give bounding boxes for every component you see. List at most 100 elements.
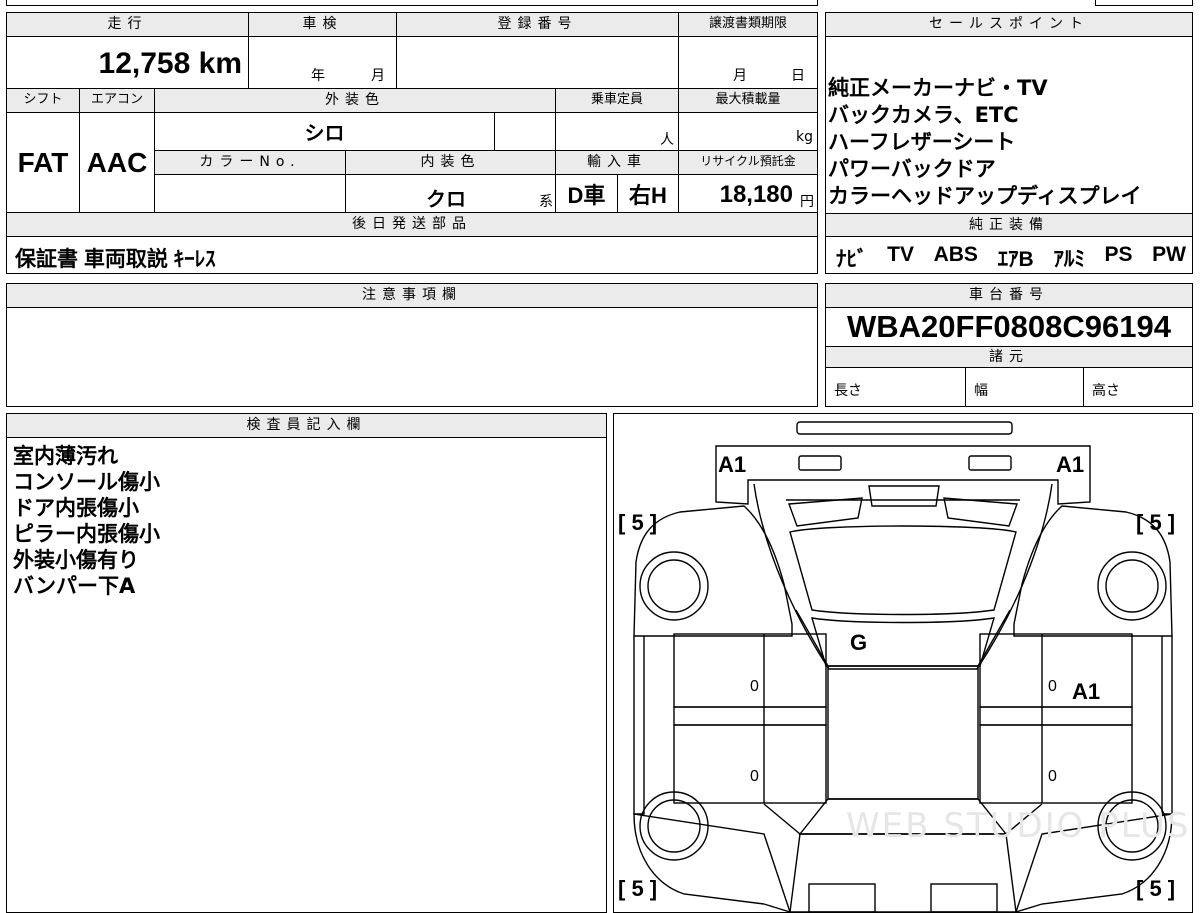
exterior-color-sub-cell bbox=[495, 113, 556, 151]
sales-point-list: 純正メーカーナビ・TV バックカメラ、ETC ハーフレザーシート パワーバックド… bbox=[828, 75, 1142, 210]
header-sales-point: セールスポイント bbox=[826, 13, 1192, 37]
car-diagram-box: A1 A1 G A1 [ 5 ] [ 5 ] [ 5 ] [ 5 ] 0 0 0… bbox=[613, 413, 1193, 913]
import-type-value: D車 bbox=[567, 182, 606, 208]
sales-point-box: セールスポイント 純正メーカーナビ・TV バックカメラ、ETC ハーフレザーシー… bbox=[825, 12, 1193, 274]
exterior-color-cell: シロ bbox=[155, 113, 495, 151]
inspector-box: 検査員記入欄 室内薄汚れ コンソール傷小 ドア内張傷小 ピラー内張傷小 外装小傷… bbox=[6, 413, 607, 913]
door-right-rear-value: 0 bbox=[1048, 768, 1057, 785]
handle-value: 右H bbox=[629, 182, 667, 208]
sales-point-item: 純正メーカーナビ・TV bbox=[828, 76, 1048, 100]
inspector-note: ドア内張傷小 bbox=[13, 496, 139, 520]
deadline-day: 日 bbox=[791, 68, 805, 84]
interior-color-value: クロ bbox=[426, 189, 466, 211]
header-chassis-no: 車台番号 bbox=[826, 284, 1192, 308]
registration-cell bbox=[397, 37, 679, 89]
sales-point-item: パワーバックドア bbox=[828, 157, 996, 181]
aircon-cell: AAC bbox=[80, 113, 155, 213]
shift-value: FAT bbox=[17, 146, 69, 178]
door-left-rear-value: 0 bbox=[750, 768, 759, 785]
inspector-note: バンパー下A bbox=[13, 574, 136, 598]
sales-point-item: ハーフレザーシート bbox=[828, 130, 1016, 154]
inspector-note: 室内薄汚れ bbox=[13, 444, 118, 468]
recycle-cell: 18,180 円 bbox=[679, 175, 817, 213]
exterior-color-value: シロ bbox=[304, 123, 345, 145]
header-max-load: 最大積載量 bbox=[679, 89, 817, 113]
tire-rear-left: [ 5 ] bbox=[618, 876, 658, 901]
load-unit: kg bbox=[796, 129, 813, 145]
inspector-note: ピラー内張傷小 bbox=[13, 522, 160, 546]
header-exterior-color: 外装色 bbox=[155, 89, 556, 113]
damage-right-front-door: A1 bbox=[1072, 679, 1101, 704]
header-inspector: 検査員記入欄 bbox=[7, 414, 606, 438]
header-recycle: リサイクル預託金 bbox=[679, 151, 817, 175]
spec-width-cell: 幅 bbox=[966, 368, 1084, 406]
interior-color-cell: クロ 系 bbox=[346, 175, 556, 213]
tire-rear-right: [ 5 ] bbox=[1136, 876, 1176, 901]
header-interior-color: 内装色 bbox=[346, 151, 556, 175]
deadline-cell: 月 日 bbox=[679, 37, 817, 89]
mileage-cell: 12,758 km bbox=[7, 37, 249, 89]
notes-box: 注意事項欄 bbox=[6, 283, 818, 407]
handle-cell: 右H bbox=[618, 175, 679, 213]
spec-width-label: 幅 bbox=[974, 383, 988, 399]
inspector-notes-list: 室内薄汚れ コンソール傷小 ドア内張傷小 ピラー内張傷小 外装小傷有り バンパー… bbox=[13, 443, 160, 599]
inspection-month: 月 bbox=[371, 68, 385, 84]
header-genuine-equipment: 純正装備 bbox=[826, 213, 1192, 237]
chassis-box: 車台番号 WBA20FF0808C96194 諸元 長さ 幅 高さ bbox=[825, 283, 1193, 407]
damage-front-right: A1 bbox=[1056, 452, 1085, 477]
damage-front-left: A1 bbox=[718, 452, 747, 477]
tire-front-right: [ 5 ] bbox=[1136, 510, 1176, 535]
aircon-value: AAC bbox=[86, 146, 148, 178]
top-clipped-row bbox=[6, 0, 818, 6]
capacity-unit: 人 bbox=[660, 132, 674, 148]
tire-front-left: [ 5 ] bbox=[618, 510, 658, 535]
spec-length-cell: 長さ bbox=[826, 368, 966, 406]
header-later-parts: 後日発送部品 bbox=[7, 213, 817, 237]
spec-length-label: 長さ bbox=[834, 383, 862, 399]
damage-hood: G bbox=[850, 630, 868, 655]
import-type-cell: D車 bbox=[556, 175, 618, 213]
color-no-cell bbox=[155, 175, 346, 213]
header-shift: シフト bbox=[7, 89, 80, 113]
inspection-year: 年 bbox=[311, 68, 325, 84]
sales-point-item: カラーヘッドアップディスプレイ bbox=[828, 184, 1142, 208]
recycle-amount: 18,180 bbox=[719, 181, 793, 208]
inspection-cell: 年 月 bbox=[249, 37, 397, 89]
later-parts-value: 保証書 車両取説 ｷｰﾚｽ bbox=[15, 248, 216, 271]
equipment-item: ｴｱB bbox=[997, 248, 1034, 271]
header-mileage: 走行 bbox=[7, 13, 249, 37]
equipment-item: PW bbox=[1152, 243, 1186, 266]
deadline-month: 月 bbox=[733, 68, 747, 84]
mileage-value: 12,758 km bbox=[98, 47, 242, 80]
capacity-cell: 人 bbox=[556, 113, 679, 151]
spec-height-cell: 高さ bbox=[1084, 368, 1192, 406]
vehicle-info-table: 走行 車検 登録番号 譲渡書類期限 12,758 km 年 月 月 日 シフト … bbox=[6, 12, 818, 274]
spec-height-label: 高さ bbox=[1092, 383, 1120, 399]
equipment-item: ﾅﾋﾞ bbox=[836, 248, 868, 271]
header-import: 輸入車 bbox=[556, 151, 679, 175]
header-capacity: 乗車定員 bbox=[556, 89, 679, 113]
equipment-item: TV bbox=[887, 243, 914, 266]
header-inspection: 車検 bbox=[249, 13, 397, 37]
inspector-note: 外装小傷有り bbox=[13, 548, 139, 572]
shift-cell: FAT bbox=[7, 113, 80, 213]
equipment-list: ﾅﾋﾞ TV ABS ｴｱB ｱﾙﾐ PS PW bbox=[836, 243, 1186, 273]
equipment-item: ABS bbox=[933, 243, 978, 266]
door-left-front-value: 0 bbox=[750, 678, 759, 695]
door-right-front-value: 0 bbox=[1048, 678, 1057, 695]
header-specs: 諸元 bbox=[826, 346, 1192, 368]
header-aircon: エアコン bbox=[80, 89, 155, 113]
equipment-item: PS bbox=[1104, 243, 1133, 266]
header-notes: 注意事項欄 bbox=[7, 284, 817, 308]
interior-color-suffix: 系 bbox=[539, 194, 553, 210]
header-transfer-deadline: 譲渡書類期限 bbox=[679, 13, 817, 37]
equipment-item: ｱﾙﾐ bbox=[1053, 248, 1085, 271]
chassis-no-value: WBA20FF0808C96194 bbox=[847, 309, 1171, 344]
max-load-cell: kg bbox=[679, 113, 817, 151]
header-color-no: カラーNo. bbox=[155, 151, 346, 175]
recycle-unit: 円 bbox=[800, 194, 814, 210]
sales-point-item: バックカメラ、ETC bbox=[828, 103, 1019, 127]
inspector-note: コンソール傷小 bbox=[13, 470, 160, 494]
watermark: WEB STUDIO PLUS bbox=[846, 806, 1191, 846]
header-registration: 登録番号 bbox=[397, 13, 679, 37]
